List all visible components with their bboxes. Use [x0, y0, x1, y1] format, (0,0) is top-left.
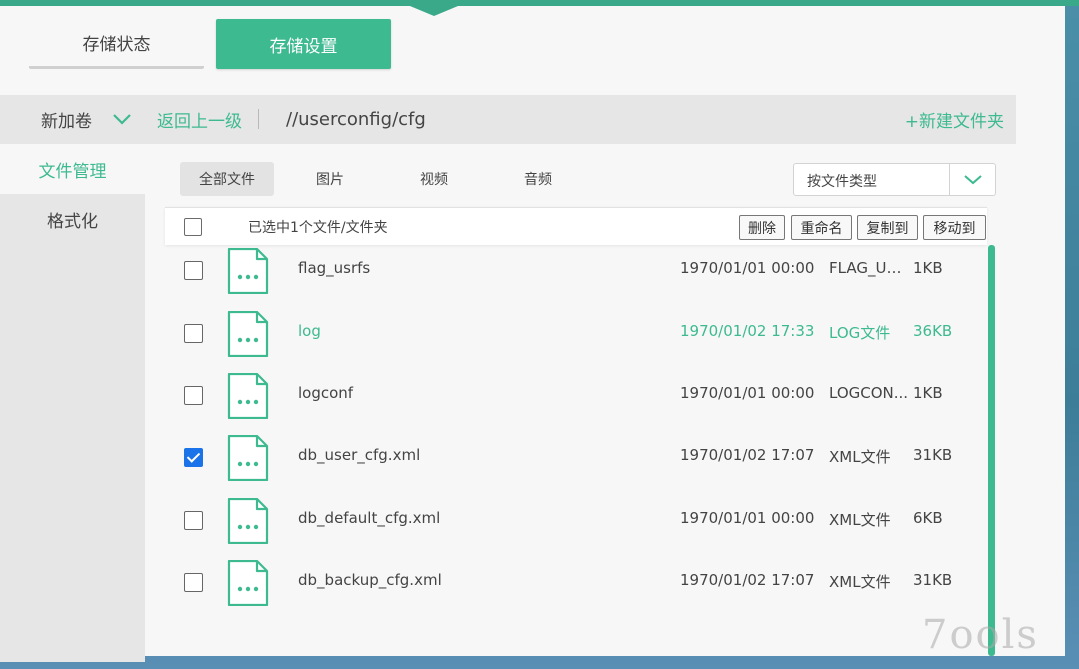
- file-name: flag_usrfs: [298, 259, 371, 278]
- sort-select[interactable]: 按文件类型: [793, 163, 996, 196]
- file-name: db_user_cfg.xml: [298, 446, 421, 465]
- delete-button[interactable]: 删除: [739, 215, 785, 240]
- file-row[interactable]: log 1970/01/02 17:33 LOG文件 36KB: [165, 302, 985, 364]
- file-checkbox[interactable]: [184, 323, 203, 343]
- filter-all-files[interactable]: 全部文件: [180, 162, 274, 196]
- file-checkbox[interactable]: [184, 261, 203, 281]
- file-size: 1KB: [913, 383, 943, 402]
- copy-to-button[interactable]: 复制到: [857, 215, 918, 240]
- new-folder-button[interactable]: +新建文件夹: [905, 107, 1004, 132]
- file-checkbox[interactable]: [184, 510, 203, 530]
- sidebar-item-file-manage[interactable]: 文件管理: [0, 144, 145, 194]
- sort-dropdown-button[interactable]: [949, 164, 995, 195]
- file-type: XML文件: [829, 572, 891, 591]
- filter-audio[interactable]: 音频: [498, 162, 578, 196]
- file-type: FLAG_US...: [829, 259, 909, 278]
- file-size: 1KB: [913, 259, 943, 278]
- file-date: 1970/01/02 17:07: [680, 570, 815, 589]
- sort-select-value: 按文件类型: [807, 174, 877, 190]
- panel-notch: [410, 6, 458, 16]
- file-row[interactable]: db_backup_cfg.xml 1970/01/02 17:07 XML文件 31…: [165, 551, 985, 613]
- file-type: XML文件: [829, 448, 891, 467]
- current-path: //userconfig/cfg: [286, 109, 426, 130]
- file-icon: [227, 497, 269, 544]
- file-size: 31KB: [913, 446, 953, 465]
- file-type: LOGCON...: [829, 383, 909, 402]
- file-size: 36KB: [913, 321, 953, 340]
- chevron-down-icon: [964, 175, 982, 185]
- file-row[interactable]: db_default_cfg.xml 1970/01/01 00:00 XML文件 6…: [165, 489, 985, 551]
- file-icon: [227, 435, 269, 482]
- file-checkbox[interactable]: [184, 385, 203, 405]
- file-date: 1970/01/01 00:00: [680, 383, 815, 402]
- file-name: db_default_cfg.xml: [298, 508, 441, 527]
- file-name: db_backup_cfg.xml: [298, 570, 442, 589]
- filter-images[interactable]: 图片: [290, 162, 370, 196]
- file-icon: [227, 559, 269, 606]
- file-row[interactable]: flag_usrfs 1970/01/01 00:00 FLAG_US... 1KB: [165, 239, 985, 301]
- file-date: 1970/01/01 00:00: [680, 259, 815, 278]
- select-all-checkbox[interactable]: [184, 218, 202, 236]
- sidebar: 文件管理 格式化: [0, 144, 145, 662]
- file-icon: [227, 310, 269, 357]
- path-separator: [258, 109, 259, 129]
- chevron-down-icon[interactable]: [110, 109, 134, 129]
- watermark: 7ools: [922, 612, 1039, 658]
- tab-storage-status[interactable]: 存储状态: [29, 19, 204, 69]
- file-checkbox[interactable]: [184, 448, 203, 468]
- file-icon: [227, 248, 269, 295]
- scrollbar[interactable]: [988, 245, 995, 656]
- file-row[interactable]: db_user_cfg.xml 1970/01/02 17:07 XML文件 31KB: [165, 426, 985, 488]
- file-name: logconf: [298, 383, 354, 402]
- tab-storage-settings[interactable]: 存储设置: [216, 19, 391, 69]
- file-date: 1970/01/02 17:07: [680, 446, 815, 465]
- rename-button[interactable]: 重命名: [791, 215, 852, 240]
- file-row[interactable]: logconf 1970/01/01 00:00 LOGCON... 1KB: [165, 364, 985, 426]
- selection-count: 已选中1个文件/文件夹: [248, 220, 388, 236]
- file-list: protocol_flag.file1970/01/01 00:00FILE文件…: [165, 207, 985, 656]
- back-link[interactable]: 返回上一级: [157, 107, 242, 132]
- path-bar: 新加卷 返回上一级 //userconfig/cfg +新建文件夹: [0, 95, 1016, 144]
- file-name: log: [298, 321, 321, 340]
- selection-toolbar: 已选中1个文件/文件夹 删除 重命名 复制到 移动到: [165, 207, 987, 245]
- move-to-button[interactable]: 移动到: [923, 215, 986, 240]
- file-type: LOG文件: [829, 323, 891, 342]
- file-icon: [227, 372, 269, 419]
- file-date: 1970/01/02 17:33: [680, 321, 815, 340]
- sidebar-item-format[interactable]: 格式化: [0, 194, 145, 244]
- file-checkbox[interactable]: [184, 572, 203, 592]
- file-date: 1970/01/01 00:00: [680, 508, 815, 527]
- file-size: 6KB: [913, 508, 943, 527]
- filter-video[interactable]: 视频: [394, 162, 474, 196]
- file-size: 31KB: [913, 570, 953, 589]
- file-type: XML文件: [829, 510, 891, 529]
- volume-selector[interactable]: 新加卷: [41, 107, 92, 132]
